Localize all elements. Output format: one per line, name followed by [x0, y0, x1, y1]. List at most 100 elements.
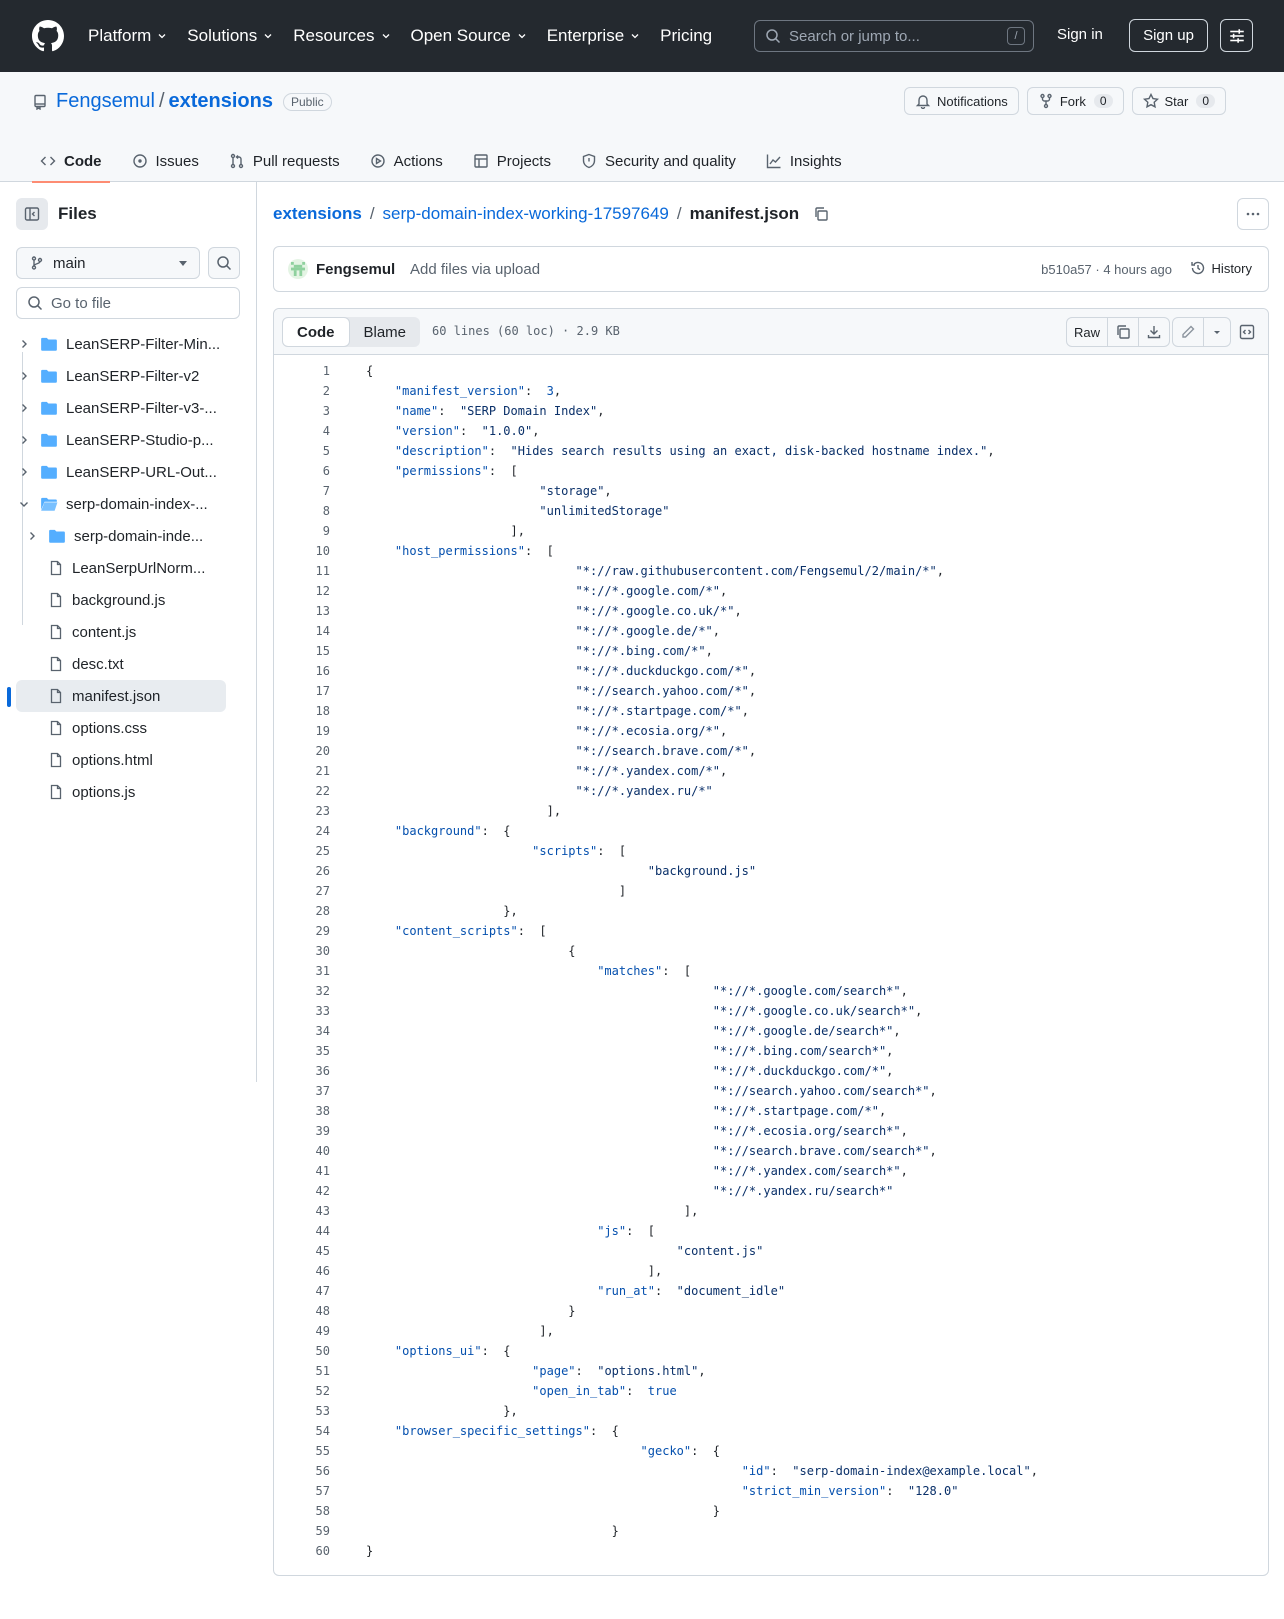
- tree-file-item[interactable]: content.js: [0, 616, 257, 648]
- global-search-input[interactable]: Search or jump to... /: [754, 20, 1034, 52]
- line-number[interactable]: 22: [274, 781, 330, 801]
- tree-folder-item[interactable]: LeanSERP-Filter-v2: [0, 360, 257, 392]
- avatar[interactable]: [288, 259, 308, 279]
- sign-in-link[interactable]: Sign in: [1057, 26, 1103, 43]
- menu-button[interactable]: [1220, 19, 1253, 52]
- line-number[interactable]: 17: [274, 681, 330, 701]
- go-to-file-input[interactable]: Go to file: [16, 287, 240, 319]
- tree-folder-item[interactable]: LeanSERP-Filter-Min...: [0, 328, 257, 360]
- tree-toggle[interactable]: [16, 498, 32, 510]
- symbols-panel-button[interactable]: [1232, 317, 1262, 347]
- tree-folder-item[interactable]: serp-domain-inde...: [0, 520, 257, 552]
- line-number[interactable]: 49: [274, 1321, 330, 1341]
- line-number[interactable]: 18: [274, 701, 330, 721]
- copy-path-icon[interactable]: [813, 206, 829, 222]
- line-number[interactable]: 53: [274, 1401, 330, 1421]
- sign-up-button[interactable]: Sign up: [1129, 19, 1208, 52]
- repo-name-link[interactable]: extensions: [169, 90, 273, 113]
- code-view-button[interactable]: Code: [282, 317, 350, 347]
- line-number[interactable]: 6: [274, 461, 330, 481]
- line-number[interactable]: 57: [274, 1481, 330, 1501]
- line-number[interactable]: 54: [274, 1421, 330, 1441]
- tree-folder-item[interactable]: LeanSERP-URL-Out...: [0, 456, 257, 488]
- line-number[interactable]: 39: [274, 1121, 330, 1141]
- tree-toggle[interactable]: [16, 370, 32, 382]
- line-number[interactable]: 51: [274, 1361, 330, 1381]
- nav-item-resources[interactable]: Resources: [293, 26, 390, 46]
- nav-item-open-source[interactable]: Open Source: [411, 26, 527, 46]
- line-number[interactable]: 34: [274, 1021, 330, 1041]
- tree-file-item[interactable]: options.css: [0, 712, 257, 744]
- tree-toggle[interactable]: [16, 402, 32, 414]
- line-number[interactable]: 29: [274, 921, 330, 941]
- line-number[interactable]: 30: [274, 941, 330, 961]
- line-number[interactable]: 59: [274, 1521, 330, 1541]
- collapse-sidebar-button[interactable]: [16, 198, 48, 230]
- line-number[interactable]: 16: [274, 661, 330, 681]
- tab-pull-requests[interactable]: Pull requests: [221, 140, 348, 182]
- line-number[interactable]: 52: [274, 1381, 330, 1401]
- commit-hash-time[interactable]: b510a57 · 4 hours ago: [1041, 262, 1172, 277]
- line-number[interactable]: 55: [274, 1441, 330, 1461]
- tab-code[interactable]: Code: [32, 140, 110, 183]
- line-number[interactable]: 42: [274, 1181, 330, 1201]
- nav-item-solutions[interactable]: Solutions: [187, 26, 273, 46]
- line-number[interactable]: 36: [274, 1061, 330, 1081]
- line-number[interactable]: 20: [274, 741, 330, 761]
- line-number[interactable]: 50: [274, 1341, 330, 1361]
- line-number[interactable]: 26: [274, 861, 330, 881]
- line-number[interactable]: 13: [274, 601, 330, 621]
- star-button[interactable]: Star 0: [1131, 87, 1227, 115]
- tree-toggle[interactable]: [24, 530, 40, 542]
- line-number[interactable]: 14: [274, 621, 330, 641]
- nav-item-pricing[interactable]: Pricing: [660, 26, 712, 46]
- line-number[interactable]: 46: [274, 1261, 330, 1281]
- line-number[interactable]: 27: [274, 881, 330, 901]
- edit-button[interactable]: [1173, 318, 1204, 346]
- line-number[interactable]: 5: [274, 441, 330, 461]
- line-number[interactable]: 24: [274, 821, 330, 841]
- nav-item-platform[interactable]: Platform: [88, 26, 167, 46]
- breadcrumb-folder-link[interactable]: serp-domain-index-working-17597649: [383, 204, 669, 224]
- tree-toggle[interactable]: [16, 466, 32, 478]
- line-number[interactable]: 47: [274, 1281, 330, 1301]
- edit-dropdown-button[interactable]: [1204, 318, 1230, 346]
- nav-item-enterprise[interactable]: Enterprise: [547, 26, 640, 46]
- blame-view-button[interactable]: Blame: [350, 317, 421, 347]
- line-number[interactable]: 23: [274, 801, 330, 821]
- line-number[interactable]: 33: [274, 1001, 330, 1021]
- commit-message-link[interactable]: Add files via upload: [410, 261, 540, 278]
- fork-button[interactable]: Fork 0: [1026, 87, 1124, 115]
- more-options-button[interactable]: [1237, 198, 1269, 230]
- line-number[interactable]: 38: [274, 1101, 330, 1121]
- line-number[interactable]: 60: [274, 1541, 330, 1561]
- breadcrumb-repo-link[interactable]: extensions: [273, 204, 362, 224]
- tab-projects[interactable]: Projects: [465, 140, 559, 182]
- history-button[interactable]: History: [1190, 260, 1252, 276]
- tree-folder-item[interactable]: LeanSERP-Filter-v3-...: [0, 392, 257, 424]
- line-number[interactable]: 15: [274, 641, 330, 661]
- github-logo-icon[interactable]: [32, 20, 64, 52]
- copy-raw-button[interactable]: [1108, 318, 1140, 346]
- line-number[interactable]: 7: [274, 481, 330, 501]
- line-number[interactable]: 1: [274, 361, 330, 381]
- tree-file-item[interactable]: background.js: [0, 584, 257, 616]
- line-number[interactable]: 11: [274, 561, 330, 581]
- tree-file-item[interactable]: LeanSerpUrlNorm...: [0, 552, 257, 584]
- tab-insights[interactable]: Insights: [758, 140, 850, 182]
- line-number[interactable]: 28: [274, 901, 330, 921]
- raw-button[interactable]: Raw: [1067, 318, 1109, 346]
- line-number[interactable]: 10: [274, 541, 330, 561]
- line-number[interactable]: 32: [274, 981, 330, 1001]
- line-number[interactable]: 40: [274, 1141, 330, 1161]
- line-number[interactable]: 56: [274, 1461, 330, 1481]
- tab-security-and-quality[interactable]: Security and quality: [573, 140, 744, 182]
- tree-file-item[interactable]: desc.txt: [0, 648, 257, 680]
- line-number[interactable]: 2: [274, 381, 330, 401]
- line-number[interactable]: 9: [274, 521, 330, 541]
- line-number[interactable]: 25: [274, 841, 330, 861]
- search-files-button[interactable]: [208, 247, 240, 279]
- line-number[interactable]: 58: [274, 1501, 330, 1521]
- line-number[interactable]: 43: [274, 1201, 330, 1221]
- notifications-button[interactable]: Notifications: [904, 87, 1019, 115]
